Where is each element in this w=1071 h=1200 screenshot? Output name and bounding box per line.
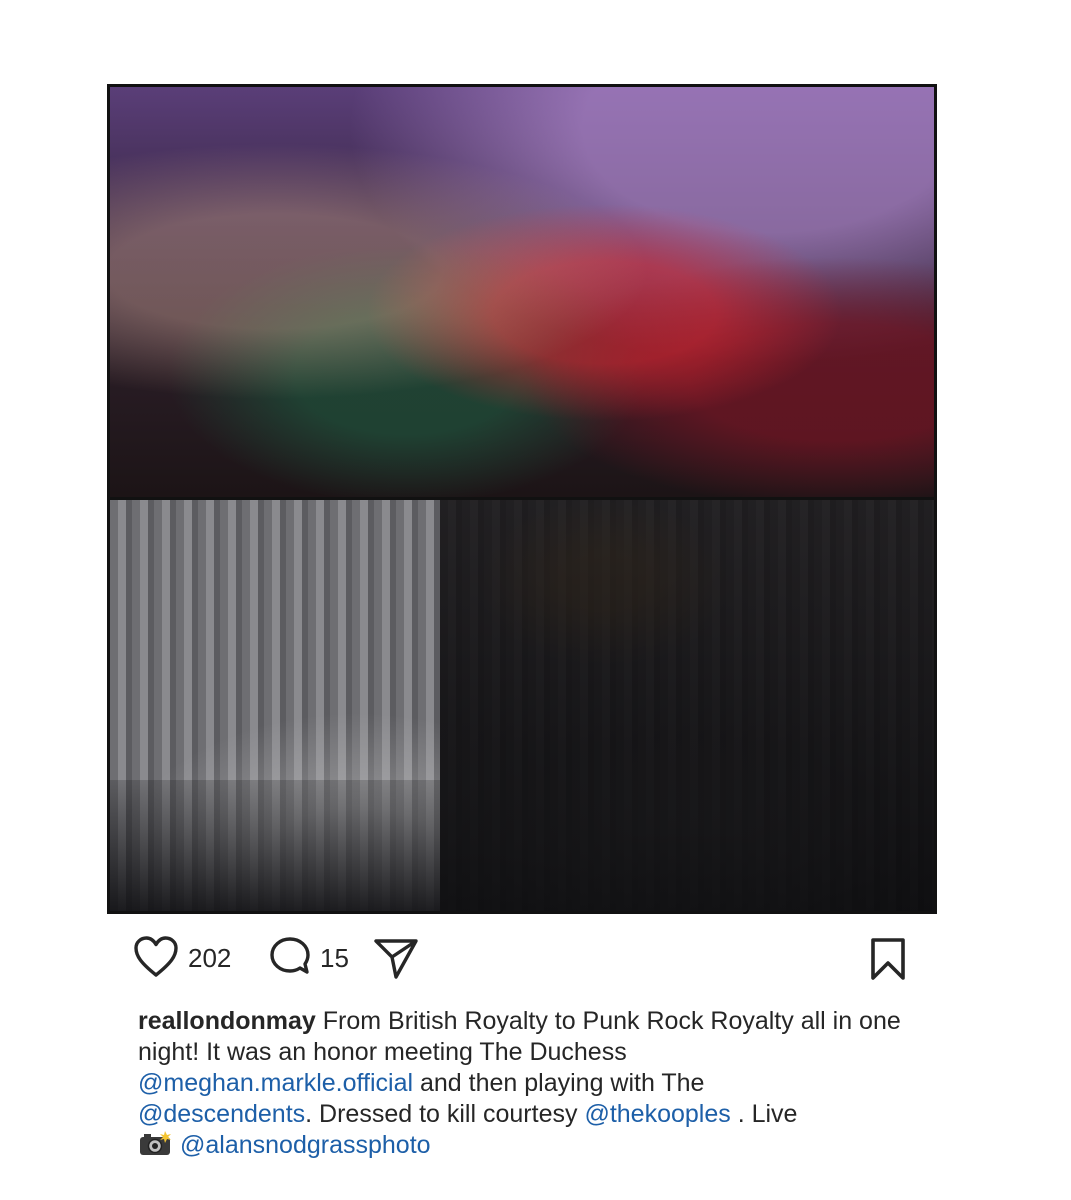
- curtain-shadow: [110, 780, 440, 911]
- mention-link-alansnodgrassphoto[interactable]: @alansnodgrassphoto: [180, 1131, 431, 1159]
- bookmark-icon[interactable]: [868, 937, 908, 986]
- caption-text: . Dressed to kill courtesy: [305, 1100, 578, 1128]
- post-image[interactable]: [107, 84, 937, 914]
- comment-count: 15: [320, 943, 349, 973]
- post-action-bar: 202 15: [133, 935, 908, 983]
- mention-link-descendents[interactable]: @descendents: [138, 1100, 305, 1128]
- photo-concert-stage: [110, 500, 934, 911]
- like-count: 202: [188, 943, 232, 973]
- paper-plane-icon[interactable]: [373, 937, 419, 986]
- mention-link-thekooples[interactable]: @thekooples: [584, 1100, 730, 1128]
- stage-background: [440, 500, 934, 911]
- caption-username[interactable]: reallondonmay: [138, 1007, 316, 1035]
- mention-link-meghan[interactable]: @meghan.markle.official: [138, 1069, 413, 1097]
- camera-flash-emoji: [138, 1130, 172, 1164]
- comment-bubble-icon[interactable]: [267, 936, 313, 985]
- photo-group-selfie: [110, 87, 934, 497]
- post-caption: reallondonmay From British Royalty to Pu…: [138, 1006, 928, 1164]
- heart-icon[interactable]: [133, 935, 179, 984]
- caption-text: . Live: [737, 1100, 798, 1128]
- caption-text: and then playing with The: [420, 1069, 705, 1097]
